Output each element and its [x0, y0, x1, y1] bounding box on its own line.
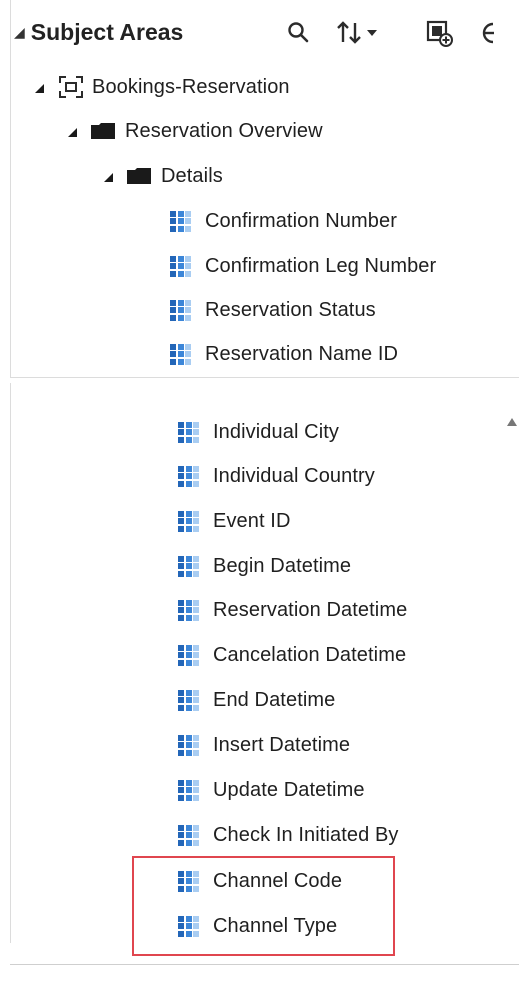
folder-icon: [91, 123, 115, 139]
subject-area-icon: [59, 76, 83, 98]
panel-header[interactable]: ◢ Subject Areas: [14, 14, 183, 50]
column-icon: [170, 343, 191, 365]
add-data-icon: [426, 20, 453, 47]
sort-icon: [337, 21, 377, 44]
column-item[interactable]: Reservation Status: [170, 293, 376, 327]
column-item[interactable]: Begin Datetime: [178, 549, 351, 583]
column-label: Reservation Status: [205, 298, 376, 321]
column-item[interactable]: Reservation Datetime: [178, 593, 407, 627]
folder-icon: [127, 168, 151, 184]
column-label: Begin Datetime: [213, 554, 352, 577]
column-icon: [178, 734, 199, 756]
column-item[interactable]: Cancelation Datetime: [178, 638, 406, 672]
column-label: Cancelation Datetime: [213, 643, 407, 666]
column-label: Check In Initiated By: [213, 823, 399, 846]
column-item[interactable]: Check In Initiated By: [178, 818, 399, 852]
expand-caret-icon[interactable]: [104, 172, 113, 182]
tree-node-label: Reservation Overview: [125, 119, 323, 142]
triangle-down-icon[interactable]: ◢: [14, 24, 25, 41]
column-label: End Datetime: [213, 688, 336, 711]
column-item[interactable]: Reservation Name ID: [170, 337, 398, 371]
more-icon: [482, 22, 494, 44]
column-label: Individual City: [213, 420, 340, 443]
column-label: Insert Datetime: [213, 733, 351, 756]
highlight-box: [132, 856, 395, 956]
column-icon: [178, 465, 199, 487]
column-item[interactable]: Confirmation Leg Number: [170, 249, 436, 283]
panel-bottom-border: [10, 964, 519, 965]
column-icon: [170, 210, 191, 232]
column-icon: [178, 689, 199, 711]
column-label: Update Datetime: [213, 778, 365, 801]
panel-title: Subject Areas: [30, 18, 184, 45]
column-icon: [170, 255, 191, 277]
sort-button[interactable]: [336, 18, 384, 48]
tree-node-folder[interactable]: Reservation Overview: [68, 114, 323, 148]
column-icon: [178, 824, 199, 846]
tree-node-label: Details: [161, 164, 223, 187]
tree-node-subfolder[interactable]: Details: [104, 159, 223, 193]
expand-caret-icon[interactable]: [68, 127, 77, 137]
column-icon: [178, 421, 199, 443]
column-icon: [178, 510, 199, 532]
expand-caret-icon[interactable]: [35, 83, 44, 93]
column-icon: [178, 555, 199, 577]
search-button[interactable]: [285, 18, 313, 48]
more-button[interactable]: [478, 18, 500, 48]
column-label: Individual Country: [213, 464, 375, 487]
tree-node-label: Bookings-Reservation: [92, 75, 290, 98]
add-data-button[interactable]: [425, 18, 455, 48]
column-label: Reservation Datetime: [213, 598, 408, 621]
column-item[interactable]: Update Datetime: [178, 773, 365, 807]
scroll-up-icon[interactable]: [507, 418, 517, 426]
tree-node-subject-area[interactable]: Bookings-Reservation: [35, 70, 290, 104]
column-item[interactable]: Individual Country: [178, 459, 375, 493]
column-item[interactable]: Confirmation Number: [170, 204, 397, 238]
column-label: Reservation Name ID: [205, 342, 399, 365]
column-icon: [178, 779, 199, 801]
column-item[interactable]: Individual City: [178, 415, 339, 449]
column-icon: [170, 299, 191, 321]
column-item[interactable]: Event ID: [178, 504, 291, 538]
column-label: Confirmation Leg Number: [205, 254, 437, 277]
column-label: Event ID: [213, 509, 291, 532]
search-icon: [288, 22, 309, 43]
column-label: Confirmation Number: [205, 209, 397, 232]
column-icon: [178, 644, 199, 666]
column-item[interactable]: End Datetime: [178, 683, 335, 717]
column-icon: [178, 599, 199, 621]
column-item[interactable]: Insert Datetime: [178, 728, 350, 762]
